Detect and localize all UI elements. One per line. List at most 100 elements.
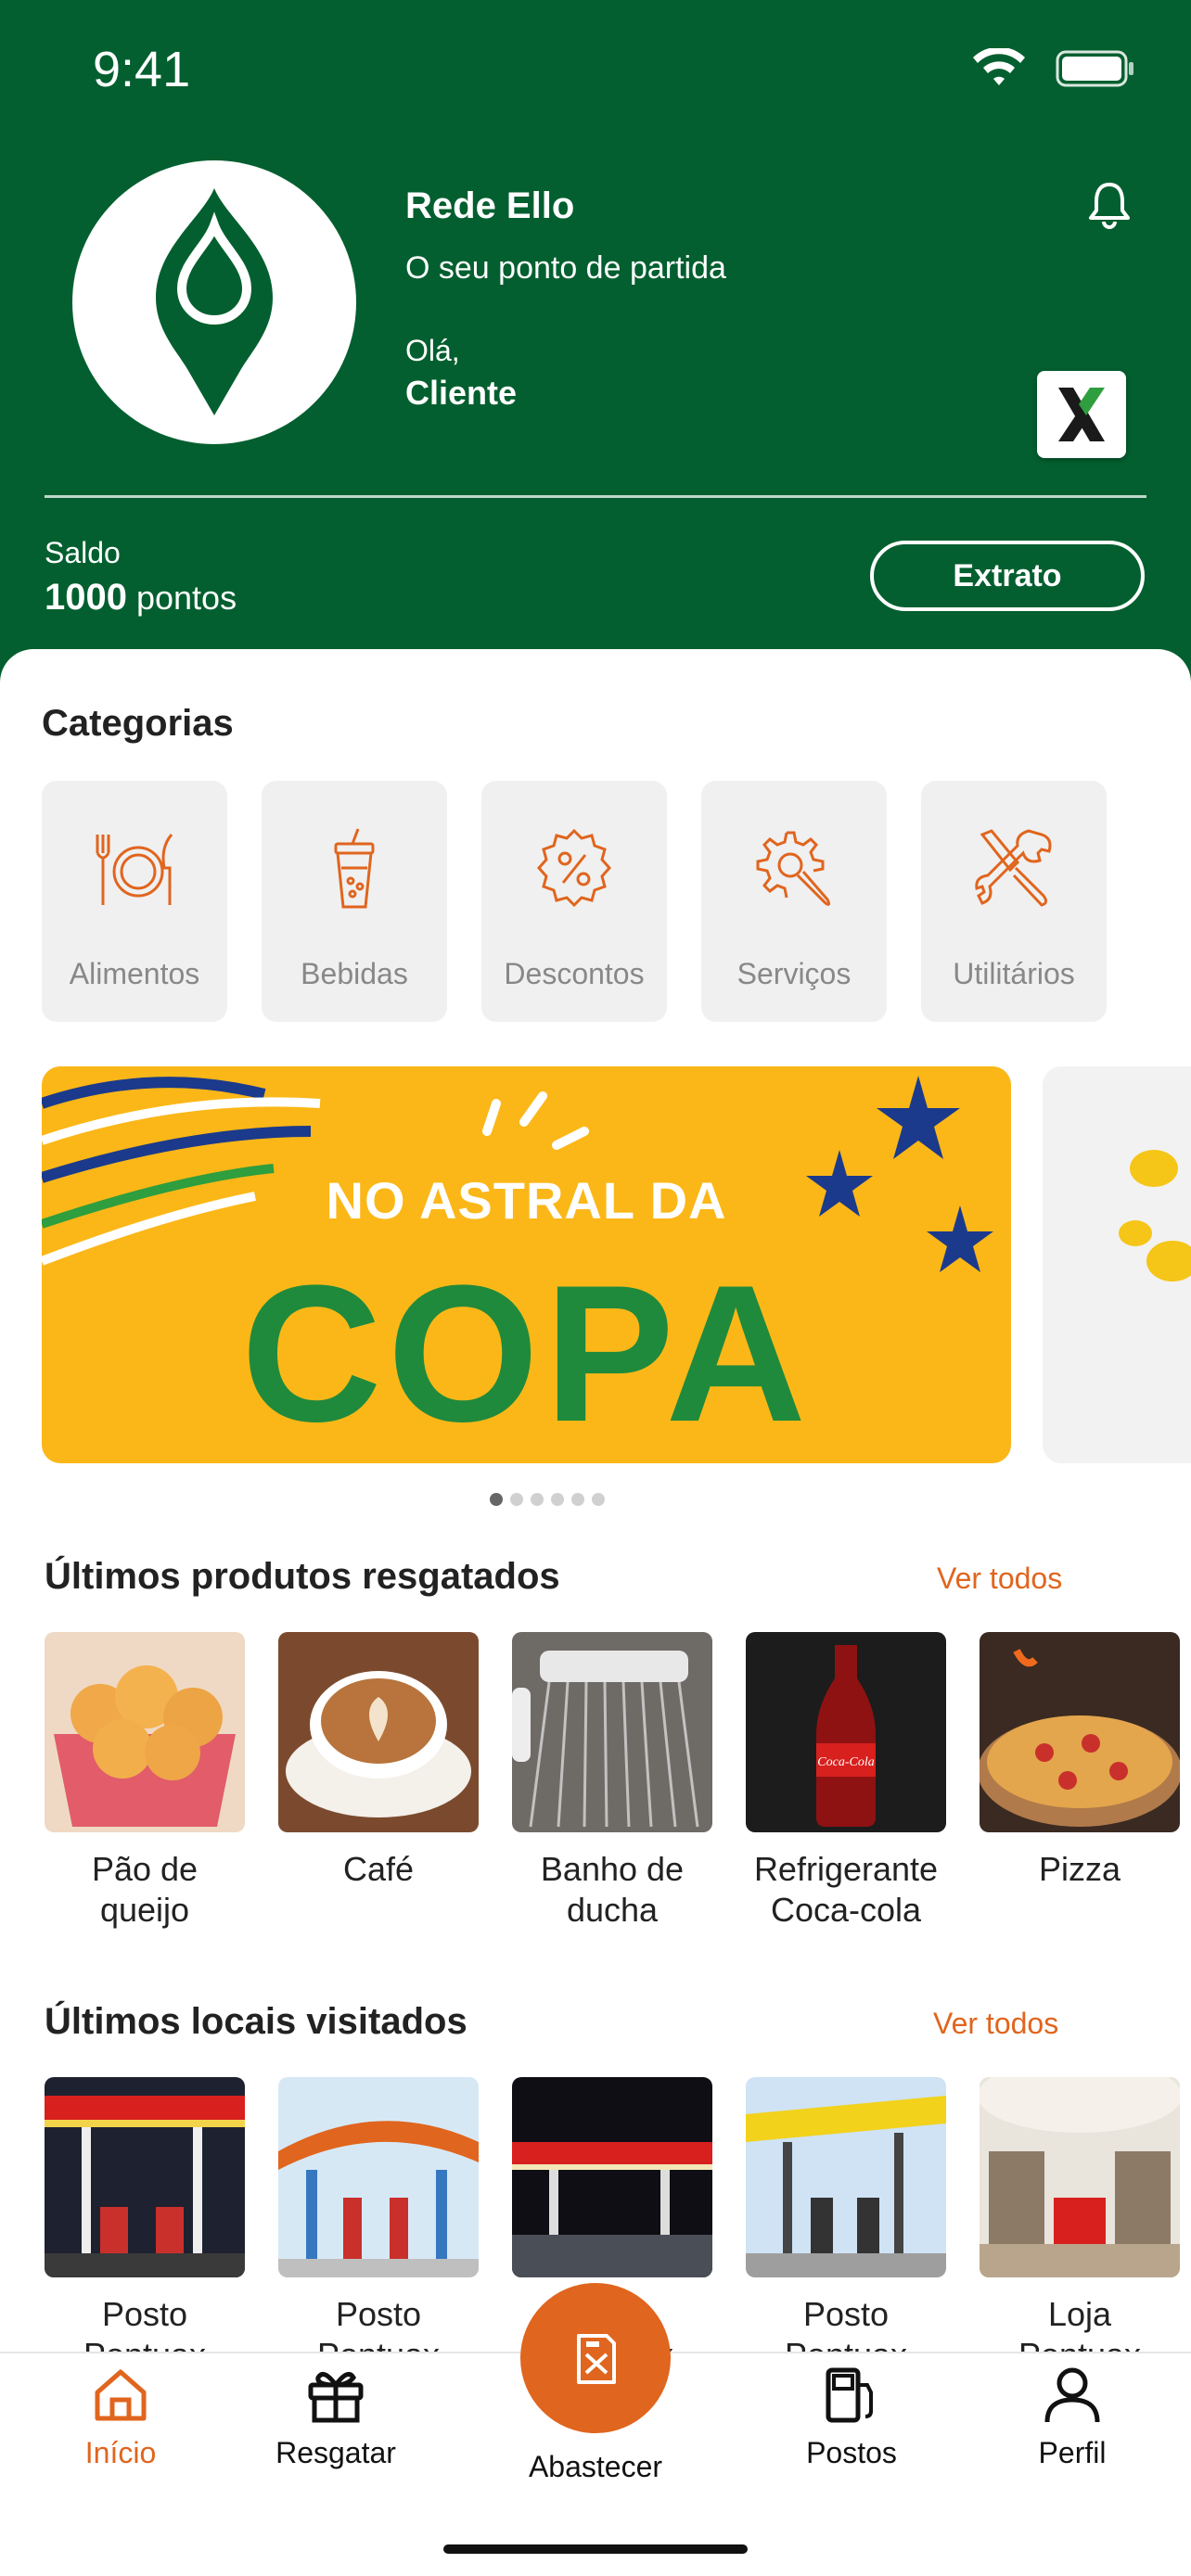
- category-utilitarios[interactable]: Utilitários: [921, 781, 1107, 1022]
- home-icon: [95, 2369, 147, 2421]
- svg-text:Coca‑Cola: Coca‑Cola: [817, 1755, 874, 1769]
- product-name-line1: Refrigerante: [753, 1850, 939, 1888]
- product-card[interactable]: Café: [278, 1632, 479, 1890]
- banner-title: COPA: [240, 1244, 813, 1462]
- drink-icon: [334, 828, 375, 909]
- pagination-dot[interactable]: [592, 1493, 605, 1506]
- location-name-line1: Posto: [802, 2295, 890, 2333]
- nav-label: Postos: [806, 2436, 897, 2469]
- location-image: [278, 2077, 479, 2277]
- location-image: [512, 2077, 712, 2277]
- banner-headline: NO ASTRAL DA: [326, 1171, 727, 1230]
- redeemed-see-all-link[interactable]: Ver todos: [937, 1562, 1062, 1596]
- battery-icon: [1056, 50, 1133, 87]
- product-name-line1: Café: [342, 1850, 415, 1888]
- partner-x-button[interactable]: [1037, 371, 1126, 458]
- gift-icon: [308, 2371, 364, 2423]
- x-logo-icon: [1058, 388, 1105, 441]
- header-divider: [45, 495, 1146, 498]
- discount-icon: [536, 828, 612, 908]
- nav-stations[interactable]: Postos: [759, 2365, 944, 2470]
- balance-unit: pontos: [135, 579, 237, 617]
- product-card[interactable]: Coca‑Cola Refrigerante Coca-cola: [746, 1632, 946, 1931]
- balance-points: 1000: [45, 577, 127, 618]
- category-label: Utilitários: [953, 957, 1075, 990]
- product-image: [45, 1632, 245, 1832]
- brand-subtitle: O seu ponto de partida: [405, 250, 726, 286]
- pagination-dot[interactable]: [510, 1493, 523, 1506]
- product-image: [278, 1632, 479, 1832]
- pagination-dot[interactable]: [490, 1493, 503, 1506]
- product-name-line2: Coca-cola: [770, 1891, 922, 1929]
- fuel-can-icon: [577, 2334, 616, 2384]
- product-name-line1: Banho de: [540, 1850, 685, 1888]
- location-name-line1: Posto: [335, 2295, 422, 2333]
- statement-button[interactable]: Extrato: [870, 541, 1145, 611]
- notifications-button[interactable]: [1087, 181, 1132, 234]
- redeemed-title: Últimos produtos resgatados: [45, 1556, 560, 1597]
- status-time: 9:41: [93, 42, 191, 97]
- location-name-line1: Loja: [1047, 2295, 1112, 2333]
- tools-icon: [975, 829, 1052, 907]
- category-label: Serviços: [736, 957, 852, 990]
- categories-title: Categorias: [42, 703, 234, 744]
- category-label: Descontos: [504, 957, 645, 990]
- greeting: Olá,: [405, 334, 460, 367]
- drop-pin-logo-icon: [156, 188, 273, 415]
- balance-label: Saldo: [45, 536, 121, 569]
- nav-redeem[interactable]: Resgatar: [243, 2365, 429, 2470]
- product-name-line1: Pizza: [1038, 1850, 1121, 1888]
- bell-icon: [1089, 183, 1130, 229]
- user-name: Cliente: [405, 374, 518, 412]
- app-header: 9:41 Rede Ello O seu ponto de partida Ol…: [0, 0, 1191, 705]
- nav-label: Perfil: [1038, 2436, 1107, 2469]
- product-card[interactable]: Pão de queijo: [45, 1632, 245, 1931]
- nav-label: Início: [84, 2436, 157, 2469]
- refuel-button[interactable]: [520, 2283, 671, 2433]
- location-card[interactable]: PostoPontuax: [278, 2077, 479, 2376]
- category-alimentos[interactable]: Alimentos: [42, 781, 227, 1022]
- location-image: [45, 2077, 245, 2277]
- location-card[interactable]: LojaPontuax: [980, 2077, 1180, 2376]
- nav-home[interactable]: Início: [28, 2365, 213, 2470]
- location-card[interactable]: PostoPontuax: [746, 2077, 946, 2376]
- fuel-pump-icon: [826, 2367, 873, 2423]
- location-image: [746, 2077, 946, 2277]
- product-card[interactable]: Banho de ducha: [512, 1632, 712, 1931]
- visited-title: Últimos locais visitados: [45, 2001, 467, 2042]
- balance-value: 1000 pontos: [45, 577, 237, 618]
- product-name-line1: Pão de: [91, 1850, 198, 1888]
- visited-see-all-link[interactable]: Ver todos: [933, 2007, 1058, 2041]
- nav-label: Resgatar: [275, 2436, 396, 2469]
- product-name-line2: queijo: [99, 1891, 190, 1929]
- banner-pagination[interactable]: [490, 1493, 605, 1506]
- product-image: Coca‑Cola: [746, 1632, 946, 1832]
- promo-banner-next[interactable]: [1043, 1066, 1191, 1463]
- refuel-label: Abastecer: [528, 2450, 663, 2483]
- nav-profile[interactable]: Perfil: [980, 2365, 1165, 2470]
- promo-banner[interactable]: NO ASTRAL DA COPA: [42, 1066, 1011, 1463]
- category-bebidas[interactable]: Bebidas: [262, 781, 447, 1022]
- wifi-icon: [973, 48, 1025, 85]
- pagination-dot[interactable]: [551, 1493, 564, 1506]
- product-card[interactable]: Pizza: [980, 1632, 1180, 1890]
- location-image: [980, 2077, 1180, 2277]
- category-label: Alimentos: [69, 957, 200, 990]
- location-card[interactable]: PostoPontuax: [45, 2077, 245, 2376]
- cutlery-icon: [96, 834, 173, 905]
- status-icons: [970, 48, 1135, 89]
- service-gear-icon: [756, 831, 831, 906]
- category-descontos[interactable]: Descontos: [481, 781, 667, 1022]
- product-image: [980, 1632, 1180, 1832]
- pagination-dot[interactable]: [571, 1493, 584, 1506]
- category-servicos[interactable]: Serviços: [701, 781, 887, 1022]
- product-name-line2: ducha: [566, 1891, 659, 1929]
- home-indicator: [443, 2544, 748, 2554]
- user-icon: [1044, 2367, 1100, 2423]
- brand-title: Rede Ello: [405, 185, 575, 226]
- location-name-line1: Posto: [101, 2295, 188, 2333]
- coins-illustration: [1119, 1150, 1191, 1282]
- pagination-dot[interactable]: [531, 1493, 544, 1506]
- product-image: [512, 1632, 712, 1832]
- category-label: Bebidas: [301, 957, 408, 990]
